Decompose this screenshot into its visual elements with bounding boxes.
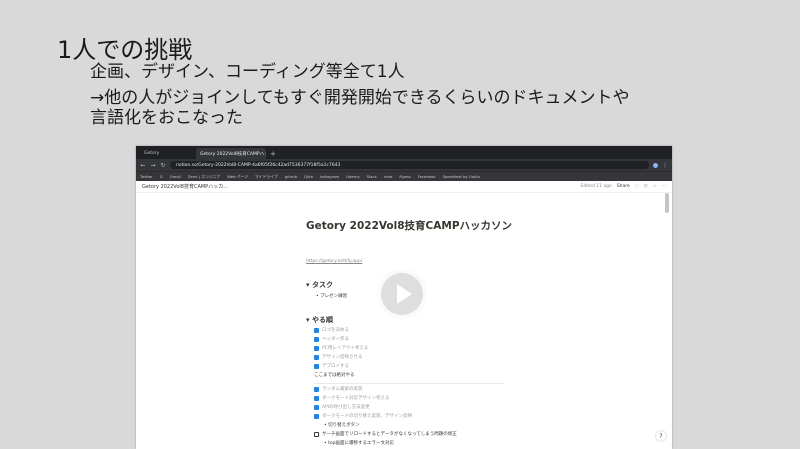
notion-topbar: Getory 2022Vol8技育CAMPハッカ... Edited 11 ag… <box>136 181 672 193</box>
scrollbar[interactable] <box>665 193 669 213</box>
list-item-label: 切り替えボタン <box>328 423 360 428</box>
section-heading-order[interactable]: ▾ やる順 <box>306 315 333 325</box>
edited-label: Edited 11 ago <box>580 184 612 189</box>
url-input[interactable]: notion.so/Getory-2022Vol8-CAMP-4a6f05f26… <box>170 161 649 169</box>
play-button[interactable] <box>377 269 427 319</box>
todo-item[interactable]: ロゴを決める <box>314 327 349 333</box>
checkbox-checked-icon[interactable] <box>314 404 319 410</box>
bookmark[interactable]: Figma <box>399 174 410 179</box>
todo-item[interactable]: ダークモードの切り替え実装、デザイン反映 <box>314 413 412 419</box>
bookmark[interactable]: Twitter <box>140 174 153 179</box>
checkbox-empty-icon[interactable] <box>314 431 319 437</box>
todo-label: ランダム検索の実装 <box>322 387 363 392</box>
todo-item[interactable]: ヘッダー作る <box>314 336 349 342</box>
address-bar: ← → ↻ notion.so/Getory-2022Vol8-CAMP-4a6… <box>136 159 672 171</box>
breadcrumb[interactable]: Getory 2022Vol8技育CAMPハッカ... <box>142 183 580 190</box>
todo-label: デザイン反映させる <box>322 355 363 360</box>
todo-item[interactable]: PC用レイアウト考える <box>314 345 368 351</box>
bookmark[interactable]: github <box>285 174 297 179</box>
section-heading-tasks[interactable]: ▾ タスク <box>306 280 333 290</box>
menu-icon[interactable]: ⋮ <box>662 162 668 169</box>
bookmark[interactable]: マイドライブ <box>255 174 278 180</box>
note-text: ここまでは絶対やる <box>314 373 355 378</box>
list-item: • top画面に遷移するエラー文対応 <box>324 441 394 446</box>
section-heading-label: タスク <box>311 281 333 289</box>
todo-label: ロゴを決める <box>322 328 349 333</box>
checkbox-checked-icon[interactable] <box>314 386 319 392</box>
checkbox-checked-icon[interactable] <box>314 363 319 369</box>
bookmark[interactable]: G <box>160 174 163 179</box>
todo-item[interactable]: ランダム検索の実装 <box>314 386 363 392</box>
page-title: Getory 2022Vol8技育CAMPハッカソン <box>306 220 513 232</box>
todo-item[interactable]: デザイン反映させる <box>314 354 363 360</box>
divider <box>314 383 504 384</box>
favorite-icon[interactable]: ☆ <box>653 184 657 189</box>
list-item-label: top画面に遷移するエラー文対応 <box>328 441 394 446</box>
list-item: • プレゼン練習 <box>316 294 348 299</box>
more-icon[interactable]: ··· <box>662 184 666 189</box>
bookmark[interactable]: Gmail <box>170 174 181 179</box>
bookmarks-bar: Twitter G Gmail Zenn | エンジニア Web ページ マイド… <box>136 171 672 181</box>
todo-label: ダークモード対応デザイン考える <box>322 396 390 401</box>
share-button[interactable]: Share <box>617 184 630 189</box>
help-button[interactable]: ? <box>656 431 666 441</box>
bookmark[interactable]: Speedtest by Ookla <box>443 174 480 179</box>
page-link[interactable]: https://getory.netlify.app/ <box>306 259 362 264</box>
list-item: • 切り替えボタン <box>324 423 360 428</box>
slide-line-2: →他の人がジョインしてもすぐ開発開始できるくらいのドキュメントや <box>90 88 630 108</box>
bookmark[interactable]: Zenn | エンジニア <box>188 174 220 180</box>
slide-line-1: 企画、デザイン、コーディング等全て1人 <box>90 62 405 82</box>
forward-icon[interactable]: → <box>150 162 156 169</box>
todo-item[interactable]: サーチ画面でリロードするとデータがなくなってしまう問題の修正 <box>314 431 457 437</box>
checkbox-checked-icon[interactable] <box>314 345 319 351</box>
new-tab-button[interactable]: + <box>268 148 278 159</box>
checkbox-checked-icon[interactable] <box>314 395 319 401</box>
tab-notion[interactable]: Getory 2022Vol8技育CAMPハッ <box>196 148 266 159</box>
bookmark[interactable]: Qiita <box>304 174 313 179</box>
bookmark[interactable]: Udemy <box>346 174 359 179</box>
list-item-label: プレゼン練習 <box>320 294 348 299</box>
bookmark[interactable]: Slack <box>367 174 377 179</box>
back-icon[interactable]: ← <box>140 162 146 169</box>
todo-item[interactable]: ダークモード対応デザイン考える <box>314 395 389 401</box>
todo-label: PC用レイアウト考える <box>322 346 369 351</box>
todo-label: APIの呼び出し方法変更 <box>322 405 370 410</box>
section-heading-label: やる順 <box>311 316 333 324</box>
bookmark[interactable]: Instagram <box>320 174 339 179</box>
checkbox-checked-icon[interactable] <box>314 327 319 333</box>
play-icon <box>396 284 412 304</box>
slide-title: 1人での挑戦 <box>57 36 193 64</box>
extension-icon[interactable] <box>653 162 658 168</box>
todo-label: ダークモードの切り替え実装、デザイン反映 <box>322 414 412 419</box>
reload-icon[interactable]: ↻ <box>160 162 166 169</box>
todo-item[interactable]: デプロイする <box>314 363 349 369</box>
todo-label: デプロイする <box>322 364 349 369</box>
slide-line-3: 言語化をおこなった <box>90 108 243 128</box>
checkbox-checked-icon[interactable] <box>314 354 319 360</box>
bookmark[interactable]: note <box>384 174 393 179</box>
history-icon[interactable]: ◷ <box>644 184 648 189</box>
tab-getory[interactable]: Getory <box>140 148 194 159</box>
todo-label: サーチ画面でリロードするとデータがなくなってしまう問題の修正 <box>322 432 457 437</box>
todo-label: ヘッダー作る <box>322 337 349 342</box>
todo-item[interactable]: APIの呼び出し方法変更 <box>314 404 370 410</box>
notion-page: Getory 2022Vol8技育CAMPハッカソン https://getor… <box>136 193 672 449</box>
tab-bar: Getory Getory 2022Vol8技育CAMPハッ + <box>136 146 672 159</box>
bookmark[interactable]: Web ページ <box>227 174 248 180</box>
checkbox-checked-icon[interactable] <box>314 413 319 419</box>
checkbox-checked-icon[interactable] <box>314 336 319 342</box>
bookmark[interactable]: Facebook <box>418 174 436 179</box>
comment-icon[interactable]: ◌ <box>635 184 639 189</box>
